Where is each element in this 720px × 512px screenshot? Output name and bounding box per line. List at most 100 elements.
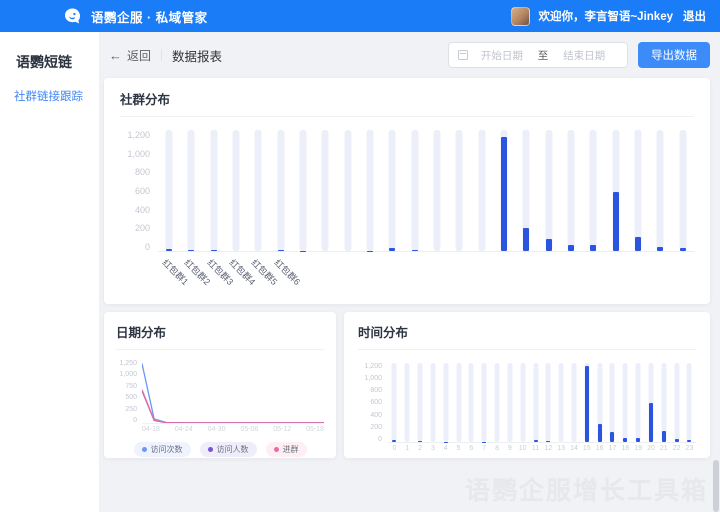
logout-link[interactable]: 退出: [683, 8, 706, 24]
bar-background-band: [411, 130, 418, 251]
plot-area: [142, 360, 324, 424]
bar: [662, 431, 666, 442]
legend-label: 访问次数: [151, 444, 183, 455]
bar-background-band: [389, 130, 396, 251]
bar: [568, 245, 574, 251]
back-button[interactable]: 返回: [127, 47, 151, 64]
bar-background-band: [166, 130, 173, 251]
x-tick-label: 14: [570, 445, 578, 452]
date-range-picker[interactable]: 开始日期 至 结束日期: [448, 42, 628, 68]
y-tick-label: 400: [370, 412, 382, 419]
bar-column: [292, 130, 314, 251]
bar-column: 红包群3: [203, 130, 225, 251]
x-tick-label: 11: [532, 445, 539, 452]
bar-background-band: [495, 363, 500, 442]
plot-area: 01234567891011121314151617181920212223: [388, 363, 696, 443]
bar-column: [426, 130, 448, 251]
bar-background-band: [559, 363, 564, 442]
y-tick-label: 200: [135, 223, 150, 233]
start-date-input[interactable]: 开始日期: [468, 48, 536, 63]
bar: [649, 403, 653, 443]
bar-column: 7: [478, 363, 491, 442]
y-tick-label: 0: [145, 242, 150, 252]
bar-column: 红包群5: [247, 130, 269, 251]
bar: [613, 192, 619, 251]
bar-background-band: [679, 130, 686, 251]
bar: [657, 247, 663, 251]
date-distribution-chart: 1,2501,0007505002500: [116, 360, 324, 424]
x-tick-label: 20: [647, 445, 655, 452]
legend-item-访问次数[interactable]: 访问次数: [134, 442, 191, 457]
bar: [610, 432, 614, 442]
sidebar-item-community-link-tracking[interactable]: 社群链接跟踪: [0, 88, 99, 104]
bar: [546, 441, 550, 442]
bar-background-band: [657, 130, 664, 251]
x-tick-label: 6: [469, 445, 473, 452]
legend-label: 访问人数: [217, 444, 249, 455]
export-data-button[interactable]: 导出数据: [638, 42, 710, 68]
x-tick-label: 7: [482, 445, 486, 452]
legend-dot-icon: [274, 447, 279, 452]
bar-background-band: [572, 363, 577, 442]
y-axis: 1,2001,0008006004002000: [120, 130, 158, 252]
bar-background-band: [636, 363, 641, 442]
x-tick-label: 04-30: [208, 426, 226, 433]
bar: [585, 366, 589, 442]
bar: [392, 440, 396, 442]
bar-background-band: [610, 363, 615, 442]
bar-column: 4: [439, 363, 452, 442]
x-tick-label: 9: [508, 445, 512, 452]
bar-column: 11: [529, 363, 542, 442]
bar-column: 6: [465, 363, 478, 442]
end-date-input[interactable]: 结束日期: [550, 48, 618, 63]
bar-column: 16: [593, 363, 606, 442]
bar-column: [672, 130, 694, 251]
x-tick-label: 17: [609, 445, 617, 452]
bar-background-band: [545, 130, 552, 251]
legend-item-访问人数[interactable]: 访问人数: [200, 442, 257, 457]
plot-area: 红包群1红包群2红包群3红包群4红包群5红包群6: [158, 130, 694, 252]
breadcrumb-divider: [161, 49, 162, 61]
bar-background-band: [478, 130, 485, 251]
bar-column: 13: [555, 363, 568, 442]
scrollbar-thumb[interactable]: [713, 460, 719, 512]
y-tick-label: 600: [135, 186, 150, 196]
bar-background-band: [482, 363, 487, 442]
bar-column: [649, 130, 671, 251]
line-chart-svg: [142, 360, 324, 423]
x-tick-label: 4: [444, 445, 448, 452]
bar-column: 14: [568, 363, 581, 442]
bar-column: 18: [619, 363, 632, 442]
bar-background-band: [623, 363, 628, 442]
bar-background-band: [344, 130, 351, 251]
time-chart-title: 时间分布: [358, 322, 696, 350]
x-axis-labels: 04-1804-2404-3005-0605-1205-18: [142, 426, 324, 433]
bar-column: 22: [670, 363, 683, 442]
x-tick-label: 16: [596, 445, 604, 452]
legend-item-进群[interactable]: 进群: [266, 442, 307, 457]
bar-background-band: [546, 363, 551, 442]
bar-background-band: [405, 363, 410, 442]
welcome-text: 欢迎你，李言智语~Jinkey: [538, 8, 673, 24]
page-title: 数据报表: [172, 46, 222, 65]
user-avatar[interactable]: [511, 7, 530, 26]
y-tick-label: 1,250: [119, 360, 137, 367]
bar-background-band: [392, 363, 397, 442]
bar-column: 8: [491, 363, 504, 442]
bar-background-band: [635, 130, 642, 251]
sidebar: 语鹦短链 社群链接跟踪: [0, 32, 100, 512]
bar: [278, 250, 284, 251]
x-tick-label: 21: [660, 445, 668, 452]
bar-column: [359, 130, 381, 251]
y-tick-label: 1,200: [127, 130, 150, 140]
line-series-进群: [142, 390, 324, 423]
bar-column: 红包群6: [270, 130, 292, 251]
x-tick-label: 0: [392, 445, 396, 452]
bar: [389, 248, 395, 251]
bar: [635, 237, 641, 251]
x-tick-label: 3: [431, 445, 435, 452]
x-tick-label: 05-06: [240, 426, 258, 433]
chart-legend: 访问次数 访问人数 进群: [116, 442, 324, 457]
back-arrow-icon[interactable]: ←: [109, 49, 122, 62]
bar: [166, 249, 172, 251]
